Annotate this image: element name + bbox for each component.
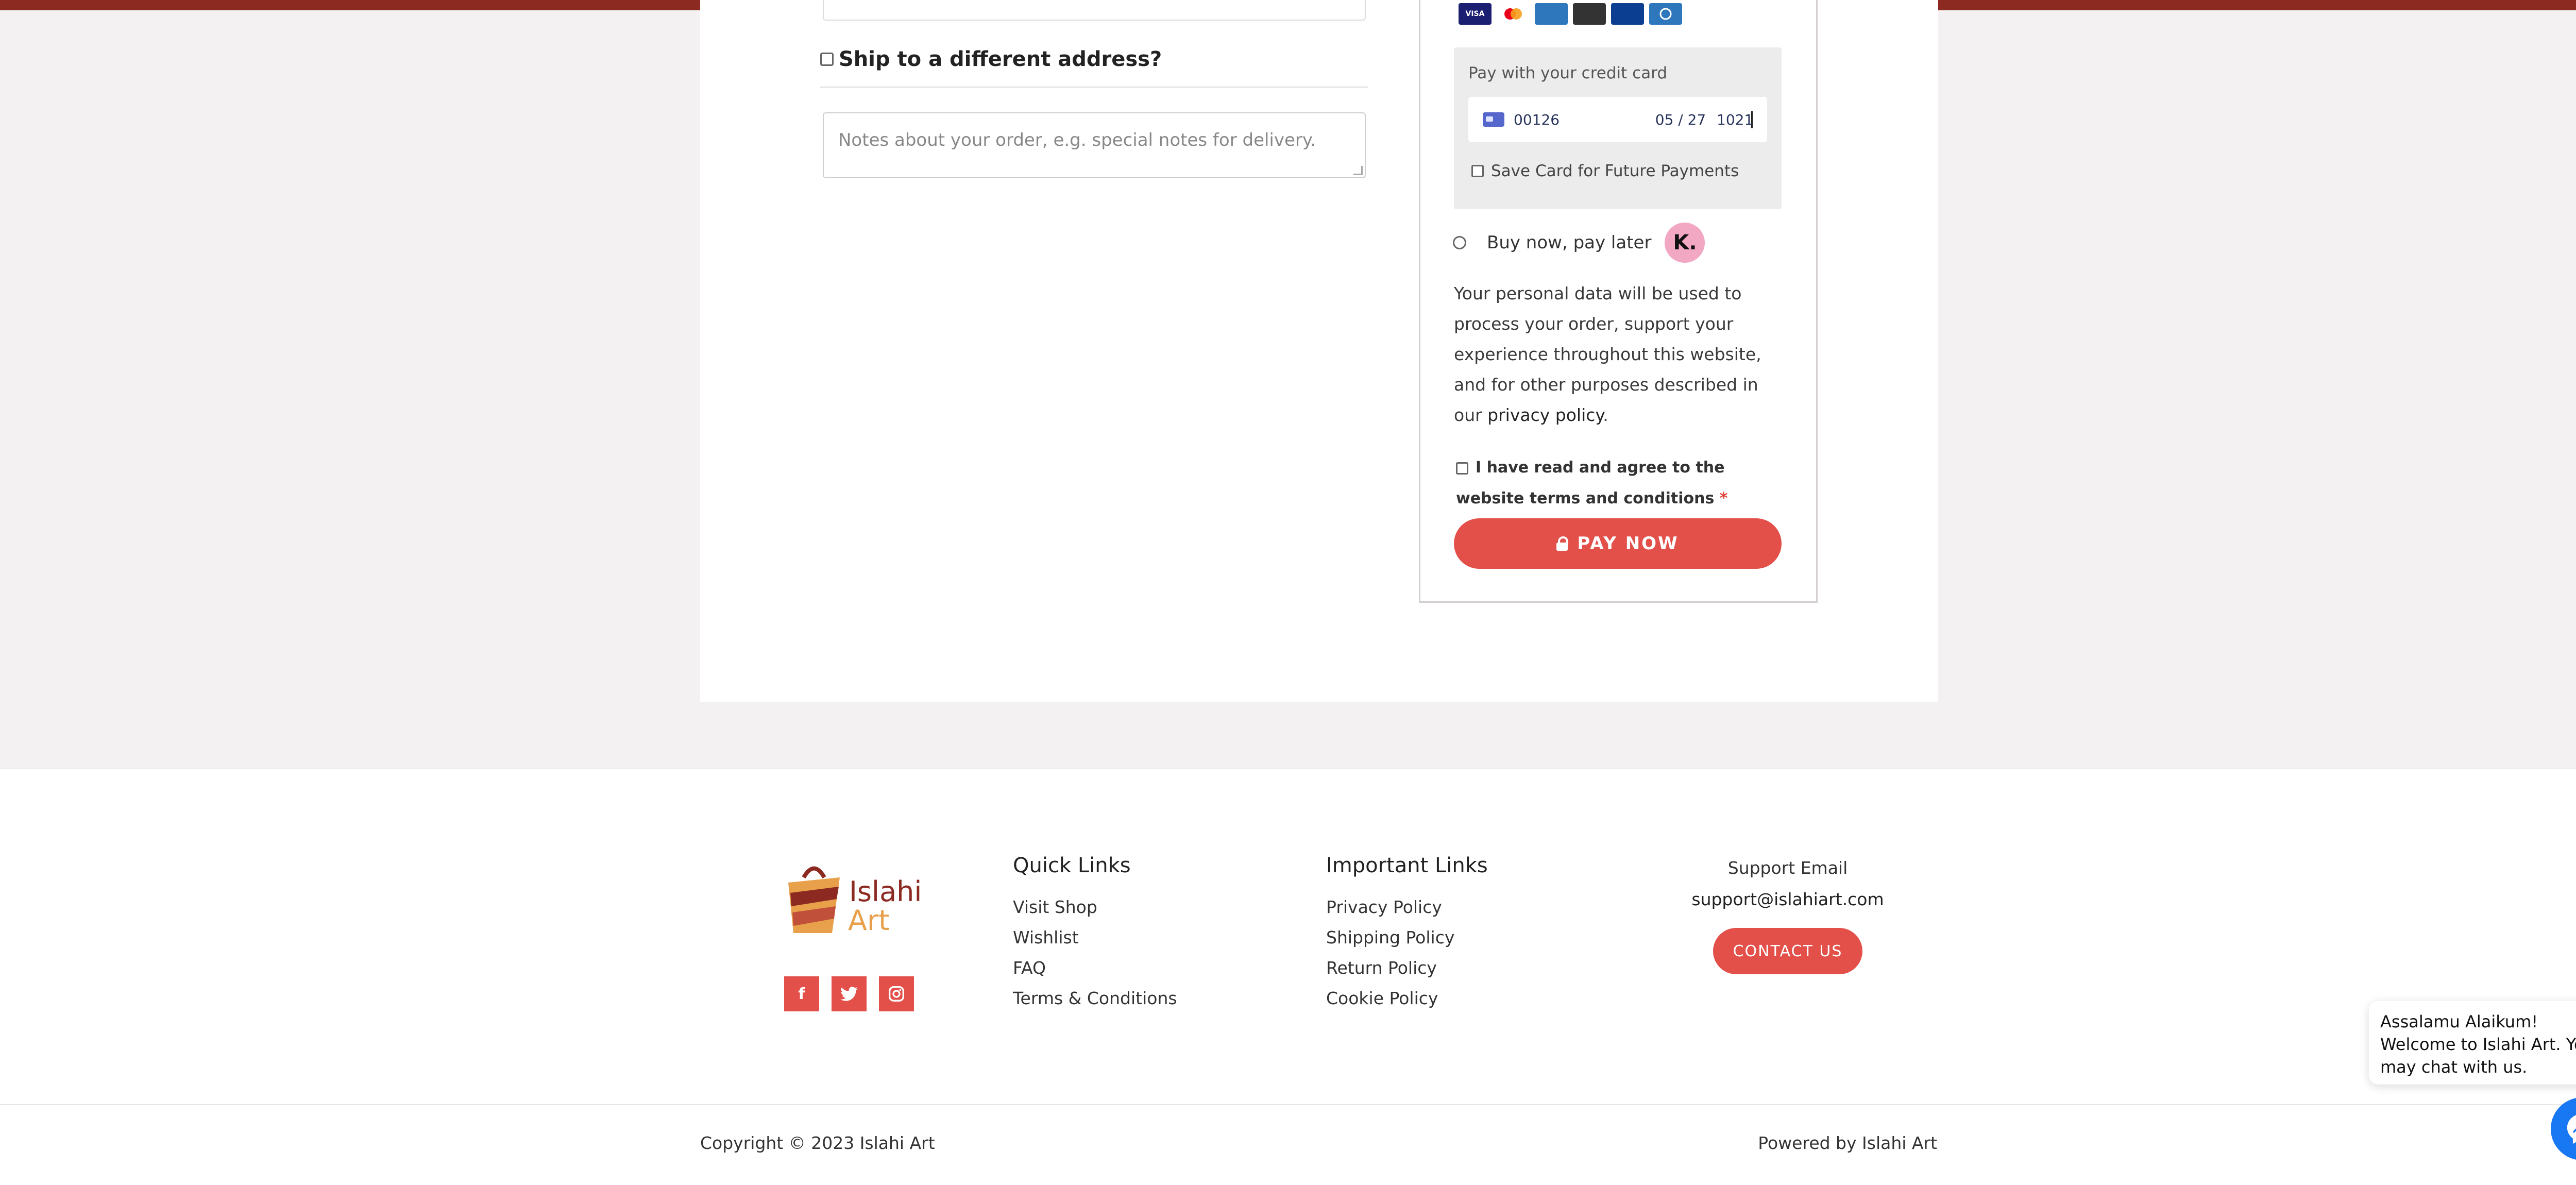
social-links: f [784, 976, 914, 1011]
link-visit-shop[interactable]: Visit Shop [1013, 892, 1177, 922]
logo-text-islahi: Islahi [849, 875, 922, 908]
resize-grip-icon[interactable] [1353, 166, 1363, 175]
card-number-field[interactable]: 00126 [1514, 111, 1645, 128]
credit-card-title: Pay with your credit card [1468, 64, 1668, 82]
link-terms[interactable]: Terms & Conditions [1013, 983, 1177, 1013]
support-title: Support Email [1727, 858, 1848, 878]
bnpl-label: Buy now, pay later [1487, 232, 1652, 253]
quick-links-title: Quick Links [1013, 854, 1131, 877]
terms-agreement[interactable]: I have read and agree to the website ter… [1456, 452, 1786, 514]
privacy-policy-link[interactable]: privacy policy [1487, 405, 1603, 425]
support-email[interactable]: support@islahiart.com [1680, 889, 1896, 909]
card-brand-logos: VISA [1459, 3, 1682, 25]
visa-icon: VISA [1459, 3, 1492, 25]
diners-icon [1649, 3, 1682, 25]
credit-card-panel: Pay with your credit card 00126 05 / 27 … [1454, 47, 1782, 209]
ship-different-checkbox[interactable] [820, 53, 834, 66]
privacy-text: Your personal data will be used to proce… [1454, 283, 1761, 425]
discover-icon [1573, 3, 1606, 25]
card-cvc-field[interactable]: 1021 [1717, 111, 1753, 128]
facebook-icon[interactable]: f [784, 976, 819, 1011]
logo-text-art: Art [848, 904, 890, 937]
link-faq[interactable]: FAQ [1013, 953, 1177, 983]
link-privacy-policy[interactable]: Privacy Policy [1326, 892, 1488, 922]
amex-icon [1535, 3, 1568, 25]
chat-message: Assalamu Alaikum! Welcome to Islahi Art.… [2380, 1012, 2576, 1077]
bnpl-radio[interactable] [1453, 236, 1466, 249]
twitter-icon[interactable] [832, 976, 867, 1011]
ship-different-address[interactable]: Ship to a different address? [820, 47, 1162, 71]
privacy-notice: Your personal data will be used to proce… [1454, 278, 1784, 430]
link-wishlist[interactable]: Wishlist [1013, 922, 1177, 953]
pay-now-button[interactable]: PAY NOW [1454, 518, 1782, 569]
powered-by: Powered by Islahi Art [1758, 1133, 1937, 1153]
credit-card-icon [1483, 112, 1504, 127]
save-card-label: Save Card for Future Payments [1491, 162, 1739, 180]
jcb-icon [1611, 3, 1644, 25]
order-notes-placeholder: Notes about your order, e.g. special not… [838, 130, 1316, 150]
instagram-icon[interactable] [879, 976, 914, 1011]
required-marker: * [1719, 489, 1728, 507]
link-return-policy[interactable]: Return Policy [1326, 953, 1488, 983]
footer-divider [0, 1104, 2576, 1105]
privacy-end: . [1603, 405, 1608, 425]
address-field-partial[interactable] [823, 0, 1366, 21]
save-card-option[interactable]: Save Card for Future Payments [1471, 162, 1739, 180]
terms-label: I have read and agree to the website ter… [1456, 459, 1725, 507]
bnpl-option[interactable]: Buy now, pay later K. [1453, 223, 1705, 263]
important-links-title: Important Links [1326, 854, 1488, 877]
copyright: Copyright © 2023 Islahi Art [700, 1133, 935, 1153]
card-expiry-field[interactable]: 05 / 27 [1645, 111, 1717, 128]
lock-icon [1556, 536, 1569, 551]
link-shipping-policy[interactable]: Shipping Policy [1326, 922, 1488, 953]
pay-now-label: PAY NOW [1577, 533, 1679, 554]
order-notes-textarea[interactable]: Notes about your order, e.g. special not… [823, 112, 1366, 178]
link-cookie-policy[interactable]: Cookie Policy [1326, 983, 1488, 1013]
terms-checkbox[interactable] [1456, 462, 1468, 475]
contact-us-button[interactable]: CONTACT US [1713, 928, 1862, 974]
save-card-checkbox[interactable] [1471, 165, 1484, 177]
ship-different-label: Ship to a different address? [839, 47, 1162, 71]
card-input[interactable]: 00126 05 / 27 1021 [1468, 97, 1767, 142]
islahi-art-logo[interactable]: Islahi Art [783, 857, 922, 937]
klarna-icon: K. [1665, 223, 1705, 263]
site-footer: Islahi Art f Quick Links Visit Shop Wish… [0, 768, 2576, 1185]
important-links: Important Links Privacy Policy Shipping … [1326, 854, 1488, 1013]
support-section: Support Email support@islahiart.com CONT… [1680, 858, 1896, 974]
chat-greeting[interactable]: Assalamu Alaikum! Welcome to Islahi Art.… [2369, 1001, 2576, 1085]
divider [820, 87, 1368, 88]
mastercard-icon [1497, 3, 1530, 25]
quick-links: Quick Links Visit Shop Wishlist FAQ Term… [1013, 854, 1177, 1013]
